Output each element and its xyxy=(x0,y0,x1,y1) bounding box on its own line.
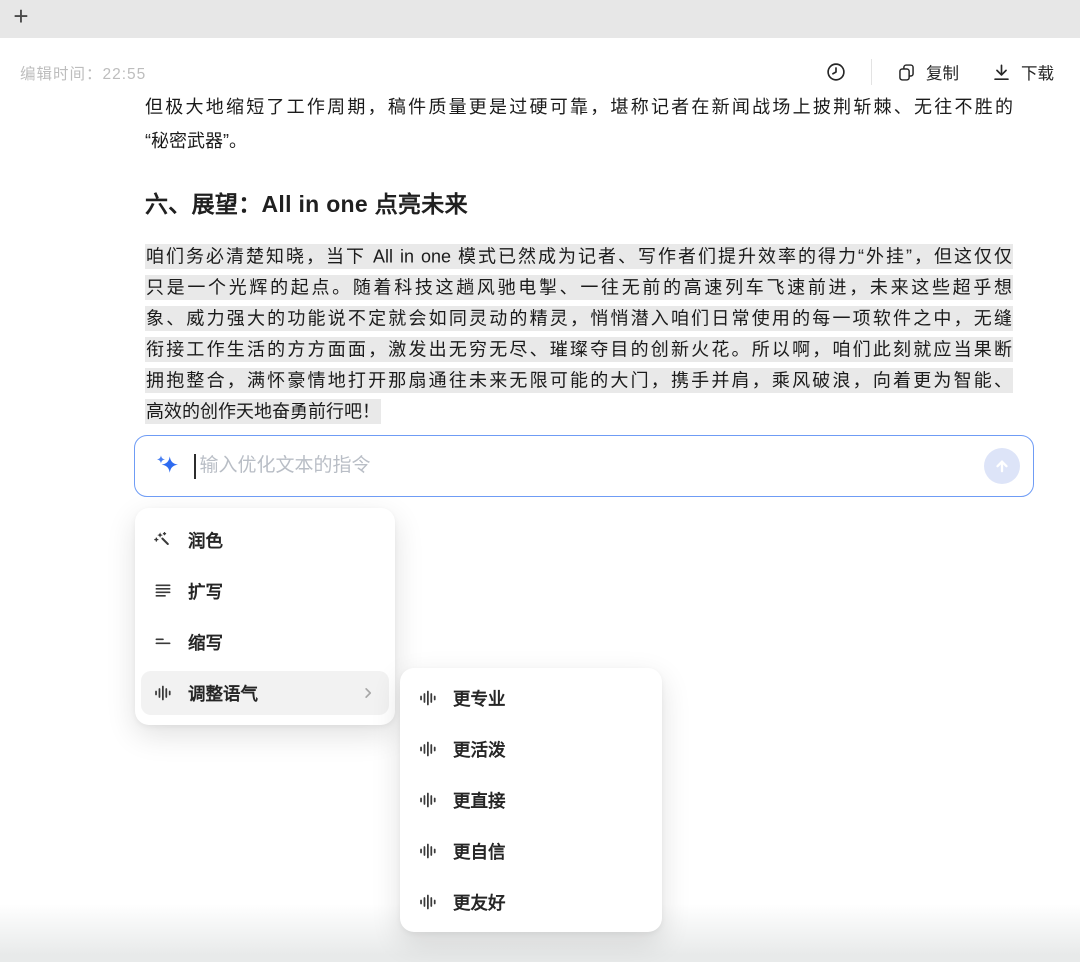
toolbar-actions: 复制 下载 xyxy=(825,56,1054,88)
ai-prompt-inputbox[interactable] xyxy=(134,435,1034,497)
highlighted-line: 拥抱整合，满怀豪情地打开那扇通往未来无限可能的大门，携手并肩，乘风破浪，向着更为… xyxy=(145,365,1013,396)
menu-item-expand[interactable]: 扩写 xyxy=(141,569,389,613)
menu-item-label: 调整语气 xyxy=(188,681,258,706)
download-button[interactable]: 下载 xyxy=(991,60,1054,84)
prompt-input[interactable] xyxy=(198,454,985,478)
waveform-icon xyxy=(418,739,438,759)
toolbar-divider xyxy=(871,59,872,85)
new-tab-plus-icon[interactable]: + xyxy=(7,1,35,31)
intro-line: “秘密武器”。 xyxy=(145,124,1013,158)
text-caret xyxy=(194,454,196,479)
copy-icon xyxy=(896,62,917,83)
waveform-icon xyxy=(418,841,438,861)
download-label: 下载 xyxy=(1021,60,1054,84)
edit-time-label: 编辑时间：22:55 xyxy=(20,62,146,84)
highlighted-line: 衔接工作生活的方方面面，激发出无穷无尽、璀璨夺目的创新火花。所以啊，咱们此刻就应… xyxy=(145,334,1013,365)
waveform-icon xyxy=(418,688,438,708)
document-area: 但极大地缩短了工作周期，稿件质量更是过硬可靠，堪称记者在新闻战场上披荆斩棘、无往… xyxy=(145,96,1013,427)
tone-submenu: 更专业 更活泼 更直接 更自信 更友好 xyxy=(400,668,662,932)
waveform-icon xyxy=(418,892,438,912)
highlighted-line: 高效的创作天地奋勇前行吧！ xyxy=(145,396,1013,427)
submenu-item-label: 更友好 xyxy=(453,890,506,915)
submenu-item-more-professional[interactable]: 更专业 xyxy=(406,676,656,720)
submenu-item-label: 更直接 xyxy=(453,788,506,813)
history-clock-icon[interactable] xyxy=(825,61,847,83)
chevron-right-icon xyxy=(359,684,377,702)
browser-topbar: + xyxy=(0,0,1080,38)
waveform-icon xyxy=(418,790,438,810)
shorten-lines-icon xyxy=(153,632,173,652)
menu-item-label: 扩写 xyxy=(188,579,223,604)
highlighted-line: 象、威力强大的功能说不定就会如同灵动的精灵，悄悄潜入咱们日常使用的每一项软件之中… xyxy=(145,303,1013,334)
waveform-icon xyxy=(153,683,173,703)
highlighted-line: 只是一个光辉的起点。随着科技这趟风驰电掣、一往无前的高速列车飞速前进，未来这些超… xyxy=(145,272,1013,303)
magic-wand-icon xyxy=(153,530,173,550)
highlighted-paragraph: 咱们务必清楚知晓，当下 All in one 模式已然成为记者、写作者们提升效率… xyxy=(145,241,1013,427)
download-icon xyxy=(991,62,1012,83)
menu-item-adjust-tone[interactable]: 调整语气 xyxy=(141,671,389,715)
menu-item-shorten[interactable]: 缩写 xyxy=(141,620,389,664)
menu-item-polish[interactable]: 润色 xyxy=(141,518,389,562)
submenu-item-label: 更自信 xyxy=(453,839,506,864)
menu-item-label: 缩写 xyxy=(188,630,223,655)
ai-sparkle-icon xyxy=(154,453,181,480)
send-button[interactable] xyxy=(984,448,1020,484)
intro-paragraph: 但极大地缩短了工作周期，稿件质量更是过硬可靠，堪称记者在新闻战场上披荆斩棘、无往… xyxy=(145,96,1013,158)
arrow-up-icon xyxy=(992,456,1012,476)
highlighted-line: 咱们务必清楚知晓，当下 All in one 模式已然成为记者、写作者们提升效率… xyxy=(145,241,1013,272)
ai-actions-menu: 润色 扩写 缩写 调整语气 xyxy=(135,508,395,725)
submenu-item-more-direct[interactable]: 更直接 xyxy=(406,778,656,822)
section-heading: 六、展望：All in one 点亮未来 xyxy=(145,188,1013,220)
submenu-item-label: 更专业 xyxy=(453,686,506,711)
submenu-item-label: 更活泼 xyxy=(453,737,506,762)
copy-label: 复制 xyxy=(926,60,959,84)
menu-item-label: 润色 xyxy=(188,528,223,553)
copy-button[interactable]: 复制 xyxy=(896,60,959,84)
submenu-item-more-friendly[interactable]: 更友好 xyxy=(406,880,656,924)
expand-lines-icon xyxy=(153,581,173,601)
submenu-item-more-confident[interactable]: 更自信 xyxy=(406,829,656,873)
intro-line: 但极大地缩短了工作周期，稿件质量更是过硬可靠，堪称记者在新闻战场上披荆斩棘、无往… xyxy=(145,96,1013,124)
submenu-item-more-lively[interactable]: 更活泼 xyxy=(406,727,656,771)
